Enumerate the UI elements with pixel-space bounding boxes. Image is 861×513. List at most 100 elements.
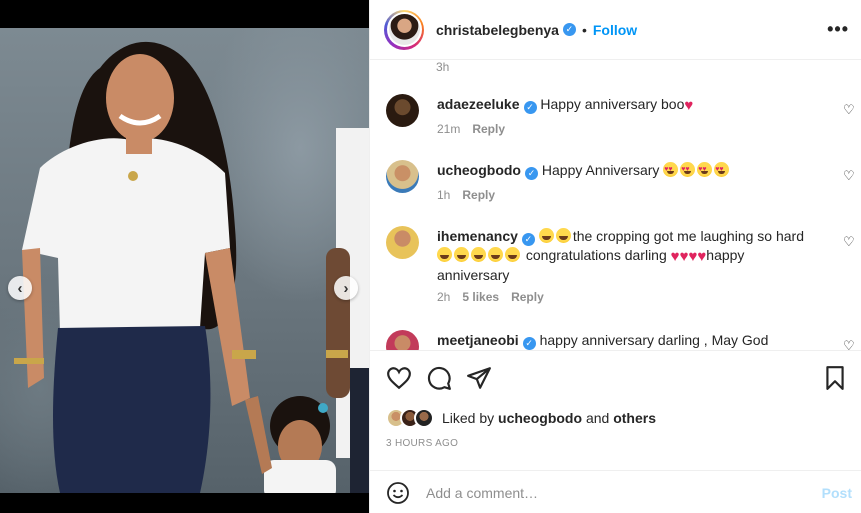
comment-body: Happy anniversary boo xyxy=(540,96,685,112)
action-icons-row xyxy=(386,365,848,391)
comment-text: ihemenancy ✓ the cropping got me laughing… xyxy=(437,227,812,284)
reply-button[interactable]: Reply xyxy=(472,122,505,136)
man-watch xyxy=(326,350,348,358)
emoji-picker-icon[interactable] xyxy=(386,481,410,505)
comment-text: adaezeeluke ✓ Happy anniversary boo♥ xyxy=(437,95,812,115)
baby-shirt xyxy=(264,460,336,493)
liked-by-others[interactable]: others xyxy=(613,410,656,426)
comment-input[interactable]: Add a comment… xyxy=(426,485,538,501)
comment-time: 2h xyxy=(437,290,451,304)
post-media: ‹ › xyxy=(0,0,369,513)
liked-by-user[interactable]: ucheogbodo xyxy=(498,410,582,426)
more-options-icon[interactable]: ••• xyxy=(827,19,849,40)
comment-meta: 21m Reply xyxy=(437,122,505,136)
commenter-avatar[interactable] xyxy=(386,94,419,127)
like-comment-icon[interactable]: ♡ xyxy=(843,338,855,350)
like-heart-icon[interactable] xyxy=(386,365,412,391)
post-photo[interactable]: ‹ › xyxy=(0,28,369,493)
red-heart-emoji: ♥ xyxy=(684,97,694,114)
woman-pendant xyxy=(128,171,138,181)
commenter-username[interactable]: ucheogbodo xyxy=(437,162,521,178)
heart-eyes-emoji xyxy=(663,161,679,179)
comment-body-part2: congratulations darling xyxy=(525,246,667,263)
commenter-avatar[interactable] xyxy=(386,226,419,259)
red-heart-emoji: ♥ xyxy=(670,247,680,265)
verified-badge-icon: ✓ xyxy=(522,336,536,350)
woman-neck xyxy=(126,134,152,154)
post-comment-button[interactable]: Post xyxy=(822,485,852,501)
woman-bracelet xyxy=(14,358,44,364)
save-bookmark-icon[interactable] xyxy=(822,365,848,391)
man-arm xyxy=(326,248,350,398)
like-comment-icon[interactable]: ♡ xyxy=(843,168,855,184)
woman-shirt xyxy=(22,138,230,333)
author-avatar[interactable] xyxy=(384,9,424,50)
add-comment-bar: Add a comment… Post xyxy=(370,470,861,513)
liked-by-prefix: Liked by xyxy=(442,410,495,426)
commenter-username[interactable]: adaezeeluke xyxy=(437,96,520,112)
comment-time: 21m xyxy=(437,122,461,136)
avatar-image xyxy=(388,14,420,45)
comment-bubble-icon[interactable] xyxy=(426,365,452,391)
commenter-avatar[interactable] xyxy=(386,330,419,350)
verified-badge-icon: ✓ xyxy=(562,23,576,36)
comment-body-part4: anniversary xyxy=(437,266,510,283)
previous-slide-button[interactable]: ‹ xyxy=(8,276,32,300)
liker-avatars[interactable] xyxy=(386,408,436,428)
heart-eyes-emoji xyxy=(714,161,730,179)
author-username[interactable]: christabelegbenya xyxy=(436,22,559,38)
baby-arm xyxy=(245,396,272,474)
like-comment-icon[interactable]: ♡ xyxy=(843,234,855,250)
comment-text: ucheogbodo ✓ Happy Anniversary xyxy=(437,161,812,180)
follow-button[interactable]: Follow xyxy=(593,22,637,38)
laughing-emoji xyxy=(555,228,571,243)
woman-face xyxy=(106,54,174,142)
laughing-emoji xyxy=(437,246,452,262)
laughing-emoji xyxy=(471,246,486,262)
post-timestamp[interactable]: 3 HOURS AGO xyxy=(386,438,458,449)
comment-body: Happy Anniversary xyxy=(541,162,664,178)
man-jeans xyxy=(350,368,369,493)
reply-button[interactable]: Reply xyxy=(462,188,495,202)
chevron-right-icon: › xyxy=(343,279,349,297)
header-separator: • xyxy=(581,21,587,38)
comment-meta: 1h Reply xyxy=(437,188,495,202)
comments-list[interactable]: 3h adaezeeluke ✓ Happy anniversary boo♥ 2… xyxy=(370,60,861,350)
commenter-username[interactable]: ihemenancy xyxy=(437,228,518,244)
like-comment-icon[interactable]: ♡ xyxy=(843,102,855,118)
verified-badge-icon: ✓ xyxy=(523,100,537,114)
woman-jeans xyxy=(53,326,211,493)
post-details-panel: christabelegbenya ✓ • Follow ••• 3h adae… xyxy=(369,0,861,513)
photo-illustration xyxy=(14,41,369,493)
reply-button[interactable]: Reply xyxy=(511,290,544,304)
post-header: christabelegbenya ✓ • Follow ••• xyxy=(370,0,861,60)
comment-body-part1: the cropping got me laughing so hard xyxy=(572,228,804,244)
heart-eyes-emoji xyxy=(697,161,713,179)
next-slide-button[interactable]: › xyxy=(334,276,358,300)
caption-timestamp: 3h xyxy=(436,60,450,74)
commenter-username[interactable]: meetjaneobi xyxy=(437,332,519,348)
commenter-avatar[interactable] xyxy=(386,160,419,193)
comment-likes-count[interactable]: 5 likes xyxy=(462,290,499,304)
chevron-left-icon: ‹ xyxy=(17,279,23,297)
comment-time: 1h xyxy=(437,188,451,202)
woman-watch xyxy=(232,350,256,359)
heart-eyes-emoji xyxy=(680,161,696,179)
avatar-inner xyxy=(386,12,422,47)
baby-hair-clip xyxy=(318,403,328,413)
laughing-emoji xyxy=(454,246,469,262)
liker-avatar xyxy=(414,408,434,428)
woman-left-arm xyxy=(22,248,44,388)
red-heart-emoji: ♥ xyxy=(697,247,707,265)
liked-by-summary: Liked by ucheogbodo and others xyxy=(386,408,656,428)
laughing-emoji xyxy=(538,228,554,243)
laughing-emoji xyxy=(505,246,520,262)
comment-meta: 2h 5 likes Reply xyxy=(437,290,544,304)
laughing-emoji xyxy=(488,246,503,262)
comment-text: meetjaneobi ✓ happy anniversary darling ,… xyxy=(437,331,812,350)
share-send-icon[interactable] xyxy=(466,365,492,391)
liked-by-conj: and xyxy=(585,410,610,426)
verified-badge-icon: ✓ xyxy=(525,166,538,180)
comment-body-part3: happy xyxy=(706,246,745,263)
verified-badge-icon: ✓ xyxy=(521,232,535,246)
